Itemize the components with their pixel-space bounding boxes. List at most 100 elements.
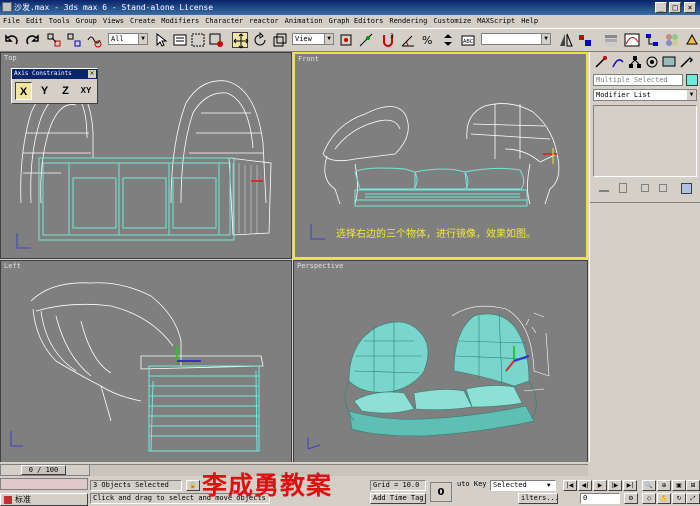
select-object-icon[interactable] — [154, 32, 170, 48]
add-time-tag-button[interactable]: Add Time Tag — [370, 493, 426, 504]
go-to-start-icon[interactable]: |◀ — [563, 480, 577, 491]
key-mode-dropdown[interactable]: Selected ▼ — [490, 480, 556, 491]
chevron-down-icon: ▼ — [687, 90, 696, 100]
pivot-center-icon[interactable] — [338, 32, 354, 48]
percent-snap-icon[interactable]: % — [420, 32, 436, 48]
current-frame-field[interactable]: 0 — [580, 493, 620, 504]
viewport-perspective[interactable]: Perspective — [293, 260, 588, 465]
axis-y-button[interactable]: Y — [36, 82, 53, 100]
maxscript-listener[interactable] — [0, 478, 88, 490]
menu-graph-editors[interactable]: Graph Editors — [326, 15, 387, 28]
menu-modifiers[interactable]: Modifiers — [158, 15, 202, 28]
auto-key-button[interactable]: uto Key — [455, 480, 489, 491]
axis-constraints-title: Axis Constraints — [12, 69, 97, 79]
angle-snap-icon[interactable] — [400, 32, 416, 48]
menu-tools[interactable]: Tools — [46, 15, 73, 28]
track-bar[interactable] — [90, 464, 588, 476]
layer-manager-icon[interactable] — [603, 32, 619, 48]
remove-modifier-icon[interactable] — [659, 184, 667, 192]
lock-selection-icon[interactable]: 🔒 — [186, 480, 200, 491]
motion-tab-icon[interactable] — [644, 54, 660, 70]
create-tab-icon[interactable] — [593, 54, 609, 70]
select-and-manipulate-icon[interactable] — [358, 32, 374, 48]
frame-counter[interactable]: 0 / 100 — [21, 465, 66, 475]
panel-divider — [590, 202, 700, 203]
utilities-tab-icon[interactable] — [678, 54, 694, 70]
axis-x-button[interactable]: X — [15, 82, 32, 100]
spinner-snap-icon[interactable] — [440, 32, 456, 48]
align-icon[interactable] — [577, 32, 593, 48]
tutorial-caption: 选择右边的三个物体，进行镜像，效果如图。 — [336, 229, 536, 240]
zoom-all-icon[interactable]: ⊕ — [657, 480, 671, 491]
modifier-stack[interactable] — [593, 105, 697, 177]
key-filters-button[interactable]: ilters... — [518, 493, 558, 504]
edit-named-selection-icon[interactable]: ABC — [460, 32, 476, 48]
configure-sets-icon[interactable] — [681, 183, 692, 194]
previous-frame-icon[interactable]: ◀| — [578, 480, 592, 491]
menu-create[interactable]: Create — [127, 15, 158, 28]
undo-icon[interactable] — [4, 32, 20, 48]
go-to-end-icon[interactable]: ▶| — [623, 480, 637, 491]
minimize-button[interactable]: _ — [655, 2, 667, 13]
zoom-extents-icon[interactable]: ▣ — [672, 480, 686, 491]
field-of-view-icon[interactable]: ◇ — [642, 493, 656, 504]
select-by-name-icon[interactable] — [172, 32, 188, 48]
close-button[interactable]: × — [684, 2, 696, 13]
redo-icon[interactable] — [24, 32, 40, 48]
close-icon[interactable]: × — [88, 70, 96, 78]
named-selection-dropdown[interactable]: ▼ — [481, 33, 551, 45]
menu-reactor[interactable]: reactor — [246, 15, 282, 28]
axis-z-button[interactable]: Z — [57, 82, 74, 100]
modifier-list-dropdown[interactable]: Modifier List ▼ — [593, 89, 697, 101]
maximize-button[interactable]: □ — [669, 2, 681, 13]
key-frame-icon[interactable]: 0 — [430, 482, 452, 502]
menu-customize[interactable]: Customize — [430, 15, 474, 28]
make-unique-icon[interactable] — [641, 184, 649, 192]
reference-coordinate-dropdown[interactable]: View ▼ — [292, 33, 334, 45]
select-and-link-icon[interactable] — [46, 32, 62, 48]
time-slider[interactable]: 0 / 100 — [0, 464, 90, 476]
curve-editor-icon[interactable] — [624, 32, 640, 48]
menu-bar: File Edit Tools Group Views Create Modifiers Ch… — [0, 15, 700, 28]
bind-space-warp-icon[interactable] — [86, 32, 102, 48]
object-color-swatch[interactable] — [686, 74, 698, 86]
window-crossing-icon[interactable] — [208, 32, 224, 48]
render-scene-icon[interactable] — [684, 32, 700, 48]
modify-tab-icon[interactable] — [610, 54, 626, 70]
menu-character[interactable]: Character — [202, 15, 246, 28]
menu-group[interactable]: Group — [73, 15, 100, 28]
unlink-icon[interactable] — [66, 32, 82, 48]
menu-file[interactable]: File — [0, 15, 23, 28]
select-and-scale-icon[interactable] — [272, 32, 288, 48]
mirror-icon[interactable] — [558, 32, 574, 48]
menu-help[interactable]: Help — [518, 15, 541, 28]
maximize-viewport-icon[interactable]: ⤢ — [686, 493, 700, 504]
schematic-view-icon[interactable] — [644, 32, 660, 48]
arc-rotate-icon[interactable]: ↻ — [672, 493, 686, 504]
pin-stack-icon[interactable] — [599, 184, 609, 192]
menu-views[interactable]: Views — [100, 15, 127, 28]
menu-rendering[interactable]: Rendering — [386, 15, 430, 28]
menu-maxscript[interactable]: MAXScript — [474, 15, 518, 28]
display-tab-icon[interactable] — [661, 54, 677, 70]
show-end-result-icon[interactable] — [619, 183, 627, 193]
hierarchy-tab-icon[interactable] — [627, 54, 643, 70]
material-editor-icon[interactable] — [664, 32, 680, 48]
time-configuration-icon[interactable]: ⚙ — [624, 493, 638, 504]
menu-animation[interactable]: Animation — [282, 15, 326, 28]
zoom-icon[interactable]: 🔍 — [642, 480, 656, 491]
snaps-toggle-icon[interactable]: 3 — [380, 32, 396, 48]
selection-name-field[interactable]: Multiple Selected — [593, 74, 683, 86]
select-and-move-icon[interactable] — [232, 32, 249, 49]
viewport-left[interactable]: Left — [0, 260, 292, 465]
selection-filter-dropdown[interactable]: All ▼ — [108, 33, 148, 45]
axis-xy-button[interactable]: XY — [76, 82, 96, 100]
pan-icon[interactable]: ✋ — [657, 493, 671, 504]
menu-edit[interactable]: Edit — [23, 15, 46, 28]
taskbar-start[interactable]: 标准 — [0, 493, 88, 506]
select-and-rotate-icon[interactable] — [252, 31, 268, 48]
zoom-extents-all-icon[interactable]: ⊞ — [686, 480, 700, 491]
play-icon[interactable]: ▶ — [593, 480, 607, 491]
rectangular-selection-icon[interactable] — [190, 32, 206, 48]
next-frame-icon[interactable]: |▶ — [608, 480, 622, 491]
